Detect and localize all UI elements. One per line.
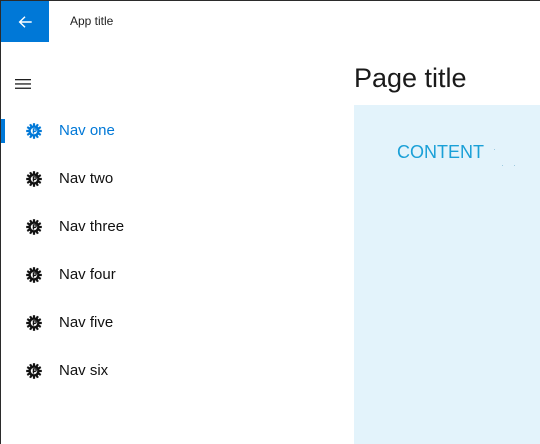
- back-arrow-icon: [18, 15, 32, 28]
- gear-icon: [26, 123, 42, 139]
- app-window: App title Nav one Nav two Nav three Nav fou…: [0, 0, 540, 444]
- hamburger-icon: [15, 78, 31, 90]
- gear-icon: [26, 315, 42, 331]
- gear-icon: [26, 171, 42, 187]
- nav-list: Nav one Nav two Nav three Nav four Nav five N…: [1, 107, 351, 395]
- nav-item[interactable]: Nav one: [1, 107, 351, 155]
- nav-item[interactable]: Nav six: [1, 347, 351, 395]
- speck: [502, 165, 503, 166]
- app-title: App title: [70, 14, 114, 28]
- nav-item[interactable]: Nav three: [1, 203, 351, 251]
- nav-item-label: Nav three: [59, 218, 125, 235]
- menu-toggle-button[interactable]: [15, 64, 55, 104]
- nav-item-label: Nav one: [59, 122, 115, 139]
- nav-item-label: Nav two: [59, 170, 114, 187]
- nav-item[interactable]: Nav five: [1, 299, 351, 347]
- title-bar: App title: [1, 1, 540, 42]
- content-label: CONTENT: [397, 142, 484, 162]
- nav-item-label: Nav four: [59, 266, 116, 283]
- back-button[interactable]: [1, 1, 49, 42]
- speck: [494, 149, 495, 150]
- content-area: CONTENT: [354, 105, 540, 444]
- gear-icon: [26, 219, 42, 235]
- nav-item[interactable]: Nav four: [1, 251, 351, 299]
- nav-item-label: Nav six: [59, 362, 109, 379]
- gear-icon: [26, 363, 42, 379]
- page-title: Page title: [354, 63, 467, 93]
- nav-item-label: Nav five: [59, 314, 114, 331]
- speck: [514, 165, 515, 166]
- nav-item[interactable]: Nav two: [1, 155, 351, 203]
- selection-indicator: [1, 119, 5, 143]
- gear-icon: [26, 267, 42, 283]
